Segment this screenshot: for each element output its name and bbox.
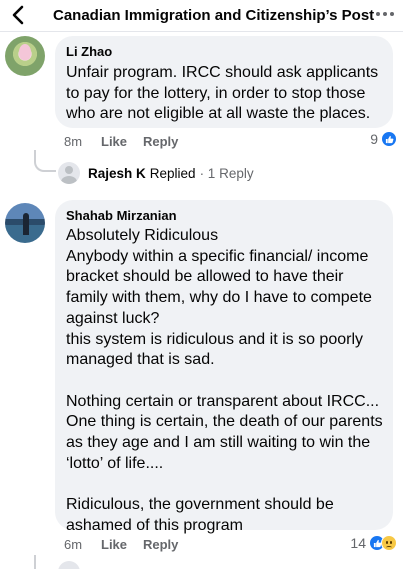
avatar [58,162,80,184]
reply-thread-line [34,150,56,172]
more-options-button[interactable] [373,4,397,24]
sad-icon [381,535,397,551]
reply-verb: Replied [149,165,196,181]
like-icon [381,131,397,147]
page-title: Canadian Immigration and Citizenship’s P… [53,7,375,24]
comment-time[interactable]: 6m [64,537,82,552]
reply-count: · 1 Reply [199,165,254,181]
view-replies-link[interactable]: Rajesh K Replied · 1 Reply [58,161,254,185]
avatar [58,561,80,569]
reaction-count: 9 [370,131,378,147]
reply-button[interactable]: Reply [143,134,178,149]
like-button[interactable]: Like [101,537,127,552]
more-horizontal-icon [376,12,380,16]
post-header: Canadian Immigration and Citizenship’s P… [0,0,403,32]
avatar[interactable] [5,36,45,76]
reaction-count: 14 [350,535,366,551]
reaction-summary[interactable]: 9 [370,131,397,147]
reply-button[interactable]: Reply [143,537,178,552]
back-button[interactable] [6,2,30,28]
comment-bubble[interactable]: Shahab Mirzanian Absolutely Ridiculous A… [55,200,393,534]
comment-author[interactable]: Li Zhao [66,44,112,59]
comment-text: Unfair program. IRCC should ask applican… [66,64,383,123]
like-button[interactable]: Like [101,134,127,149]
comment-bubble[interactable]: Li Zhao Unfair program. IRCC should ask … [55,36,393,128]
chevron-left-icon [12,5,24,25]
reaction-summary[interactable]: 14 [350,535,397,551]
comment-time[interactable]: 8m [64,134,82,149]
reply-author: Rajesh K [88,165,146,181]
avatar[interactable] [5,203,45,243]
reply-thread-line [34,555,56,569]
comment-text: Absolutely Ridiculous Anybody within a s… [66,227,383,534]
comment-author[interactable]: Shahab Mirzanian [66,208,177,223]
